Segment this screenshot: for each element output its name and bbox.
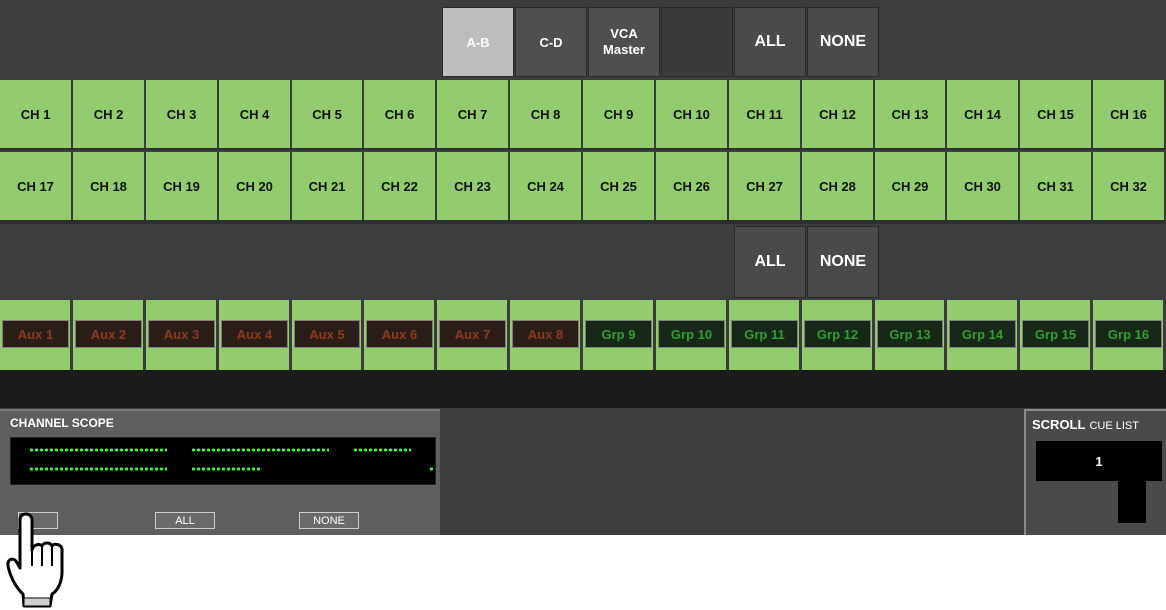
bus-row: Aux 1 Aux 2 Aux 3 Aux 4 Aux 5 Aux 6 Aux 7 Aux 8… bbox=[0, 300, 1166, 370]
hand-pointer-icon bbox=[6, 512, 64, 608]
header-gap bbox=[661, 7, 733, 77]
channel-button[interactable]: CH 23 bbox=[437, 152, 510, 220]
channel-button[interactable]: CH 3 bbox=[146, 80, 219, 148]
divider-strip bbox=[0, 370, 1166, 408]
bus-separator bbox=[143, 300, 146, 370]
scroll-cue-list-panel: SCROLL CUE LIST 1 bbox=[1024, 409, 1166, 535]
channel-button[interactable]: CH 1 bbox=[0, 80, 73, 148]
bus-separator bbox=[507, 300, 510, 370]
group-bus-button[interactable]: Grp 11 bbox=[731, 320, 798, 348]
channel-row-2: CH 17 CH 18 CH 19 CH 20 CH 21 CH 22 CH 23 CH 24… bbox=[0, 152, 1166, 224]
bus-separator bbox=[872, 300, 875, 370]
bus-selector-row bbox=[0, 226, 1166, 298]
channel-row-1: CH 1 CH 2 CH 3 CH 4 CH 5 CH 6 CH 7 CH 8 CH 9 CH 1… bbox=[0, 80, 1166, 150]
channel-button[interactable]: CH 18 bbox=[73, 152, 146, 220]
group-bus-button[interactable]: Grp 13 bbox=[877, 320, 943, 348]
scope-leds bbox=[29, 466, 167, 472]
cd-button[interactable]: C-D bbox=[515, 7, 587, 77]
channel-scope-display bbox=[10, 437, 436, 485]
scope-leds bbox=[29, 447, 167, 453]
group-bus-button[interactable]: Grp 16 bbox=[1095, 320, 1162, 348]
channel-button[interactable]: CH 15 bbox=[1020, 80, 1093, 148]
aux-bus-button[interactable]: Aux 4 bbox=[221, 320, 288, 348]
channel-button[interactable]: CH 27 bbox=[729, 152, 802, 220]
channel-button[interactable]: CH 16 bbox=[1093, 80, 1166, 148]
scope-leds bbox=[191, 466, 261, 472]
all-button-mid[interactable]: ALL bbox=[734, 226, 806, 298]
scope-all-button[interactable]: ALL bbox=[155, 512, 215, 529]
group-bus-button[interactable]: Grp 9 bbox=[585, 320, 652, 348]
console-panel: A-B C-D VCA Master ALL NONE CH 1 CH 2 CH 3… bbox=[0, 0, 1166, 535]
channel-button[interactable]: CH 13 bbox=[875, 80, 947, 148]
channel-button[interactable]: CH 9 bbox=[583, 80, 656, 148]
scroll-title-bold: SCROLL bbox=[1032, 417, 1086, 432]
channel-button[interactable]: CH 7 bbox=[437, 80, 510, 148]
channel-button[interactable]: CH 2 bbox=[73, 80, 146, 148]
group-bus-button[interactable]: Grp 14 bbox=[949, 320, 1016, 348]
channel-button[interactable]: CH 12 bbox=[802, 80, 875, 148]
bus-separator bbox=[70, 300, 73, 370]
header-blank bbox=[0, 5, 440, 78]
scope-none-button[interactable]: NONE bbox=[299, 512, 359, 529]
channel-button[interactable]: CH 26 bbox=[656, 152, 729, 220]
bus-separator bbox=[799, 300, 802, 370]
channel-button[interactable]: CH 22 bbox=[364, 152, 437, 220]
aux-bus-button[interactable]: Aux 6 bbox=[366, 320, 433, 348]
aux-bus-button[interactable]: Aux 8 bbox=[512, 320, 579, 348]
channel-button[interactable]: CH 21 bbox=[292, 152, 364, 220]
group-bus-button[interactable]: Grp 15 bbox=[1022, 320, 1089, 348]
bus-separator bbox=[653, 300, 656, 370]
center-empty-area bbox=[440, 409, 1024, 535]
bus-separator bbox=[216, 300, 219, 370]
all-button-top[interactable]: ALL bbox=[734, 7, 806, 77]
aux-bus-button[interactable]: Aux 7 bbox=[439, 320, 506, 348]
channel-button[interactable]: CH 17 bbox=[0, 152, 73, 220]
channel-button[interactable]: CH 4 bbox=[219, 80, 292, 148]
channel-button[interactable]: CH 10 bbox=[656, 80, 729, 148]
channel-button[interactable]: CH 8 bbox=[510, 80, 583, 148]
channel-button[interactable]: CH 29 bbox=[875, 152, 947, 220]
channel-button[interactable]: CH 5 bbox=[292, 80, 364, 148]
group-bus-button[interactable]: Grp 12 bbox=[804, 320, 871, 348]
channel-button[interactable]: CH 19 bbox=[146, 152, 219, 220]
channel-button[interactable]: CH 11 bbox=[729, 80, 802, 148]
group-bus-button[interactable]: Grp 10 bbox=[658, 320, 725, 348]
channel-button[interactable]: CH 28 bbox=[802, 152, 875, 220]
channel-button[interactable]: CH 20 bbox=[219, 152, 292, 220]
channel-button[interactable]: CH 6 bbox=[364, 80, 437, 148]
vca-label-line2: Master bbox=[603, 42, 645, 57]
none-button-top[interactable]: NONE bbox=[807, 7, 879, 77]
channel-scope-title: CHANNEL SCOPE bbox=[10, 416, 114, 430]
channel-button[interactable]: CH 32 bbox=[1093, 152, 1166, 220]
none-button-mid[interactable]: NONE bbox=[807, 226, 879, 298]
bus-separator bbox=[944, 300, 947, 370]
cue-list-stem bbox=[1118, 479, 1146, 523]
scroll-title-small: CUE LIST bbox=[1089, 420, 1139, 432]
aux-bus-button[interactable]: Aux 2 bbox=[75, 320, 142, 348]
bus-separator bbox=[1090, 300, 1093, 370]
scope-leds bbox=[429, 466, 434, 472]
bus-separator bbox=[289, 300, 292, 370]
aux-bus-button[interactable]: Aux 1 bbox=[2, 320, 69, 348]
bus-separator bbox=[1017, 300, 1020, 370]
vca-label-line1: VCA bbox=[610, 26, 638, 41]
channel-button[interactable]: CH 24 bbox=[510, 152, 583, 220]
scope-leds bbox=[353, 447, 411, 453]
channel-button[interactable]: CH 25 bbox=[583, 152, 656, 220]
bus-separator bbox=[726, 300, 729, 370]
aux-bus-button[interactable]: Aux 3 bbox=[148, 320, 215, 348]
channel-button[interactable]: CH 30 bbox=[947, 152, 1020, 220]
vca-master-button[interactable]: VCA Master bbox=[588, 7, 660, 77]
cue-list-box[interactable]: 1 bbox=[1036, 441, 1162, 481]
bus-separator bbox=[434, 300, 437, 370]
channel-button[interactable]: CH 14 bbox=[947, 80, 1020, 148]
scope-leds bbox=[191, 447, 329, 453]
scroll-title: SCROLL CUE LIST bbox=[1032, 416, 1139, 434]
bus-separator bbox=[361, 300, 364, 370]
aux-bus-button[interactable]: Aux 5 bbox=[294, 320, 360, 348]
channel-button[interactable]: CH 31 bbox=[1020, 152, 1093, 220]
ab-button[interactable]: A-B bbox=[442, 7, 514, 77]
bus-separator bbox=[580, 300, 583, 370]
